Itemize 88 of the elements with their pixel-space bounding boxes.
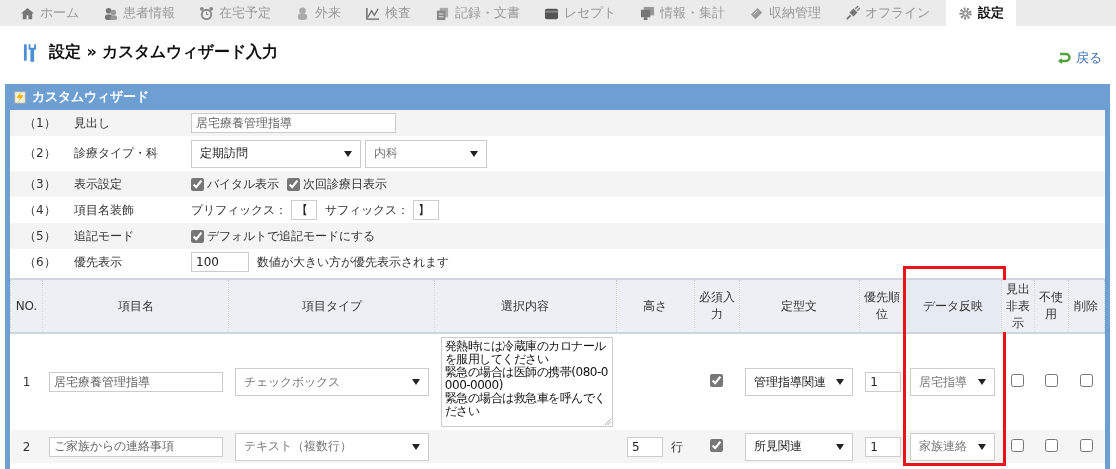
caret-icon bbox=[411, 443, 420, 450]
page-title: 設定 » カスタムウィザード入力 bbox=[49, 41, 279, 63]
caret-icon bbox=[978, 443, 987, 450]
column-header: 選択内容 bbox=[434, 279, 616, 333]
people-icon bbox=[103, 5, 118, 21]
column-header: 優先順位 bbox=[859, 279, 905, 333]
setting-number: （6） bbox=[23, 253, 57, 271]
caret-icon bbox=[978, 379, 987, 385]
priority-field[interactable]: 1 bbox=[865, 372, 902, 392]
column-header: NO. bbox=[10, 279, 43, 333]
setting-number: （2） bbox=[23, 145, 57, 162]
required-checkbox[interactable] bbox=[710, 438, 724, 452]
priority-note: 数値が大きい方が優先表示されます bbox=[257, 253, 449, 271]
column-header: 定型文 bbox=[739, 279, 860, 333]
choice-line: 緊急の場合は医師の携帯(080-0000-0000) bbox=[444, 366, 609, 392]
unit-label: 行 bbox=[671, 439, 684, 454]
home-icon bbox=[20, 5, 35, 21]
checkbox[interactable] bbox=[191, 177, 204, 191]
tools-icon bbox=[23, 42, 36, 62]
template-dropdown[interactable]: 所見関連 bbox=[745, 432, 854, 461]
setting-label: 表示設定 bbox=[74, 175, 123, 193]
item-type-dropdown[interactable]: チェックボックス bbox=[234, 368, 429, 396]
required-checkbox[interactable] bbox=[710, 374, 724, 387]
caret-icon bbox=[470, 150, 478, 157]
column-header: 項目タイプ bbox=[228, 279, 435, 333]
priority-field[interactable]: 1 bbox=[865, 436, 902, 457]
dropdown[interactable]: 定期訪問 bbox=[191, 139, 361, 168]
setting-label: 診療タイプ・科 bbox=[74, 145, 159, 162]
choices-textarea[interactable]: 発熱時には冷蔵庫のカロナールを服用してください 緊急の場合は医師の携帯(080-0000-0000) 緊急の場合は救急車を呼んでください bbox=[440, 337, 613, 427]
data-reflect-dropdown[interactable]: 家族連絡 bbox=[910, 432, 996, 461]
settings-icon bbox=[958, 5, 973, 21]
checkbox-label: デフォルトで追記モードにする bbox=[207, 227, 375, 245]
docs-icon bbox=[435, 5, 450, 21]
plug-icon bbox=[845, 5, 860, 21]
setting-label: 優先表示 bbox=[74, 253, 123, 271]
prefix-field[interactable]: 【 bbox=[291, 200, 317, 220]
hide-heading-checkbox[interactable] bbox=[1011, 438, 1025, 452]
checkbox[interactable] bbox=[287, 177, 300, 191]
item-type-dropdown[interactable]: テキスト（複数行） bbox=[234, 432, 429, 461]
lightning-note-icon bbox=[13, 90, 27, 104]
hide-heading-checkbox[interactable] bbox=[1011, 374, 1025, 387]
column-header: 見出非表示 bbox=[1001, 279, 1035, 333]
return-arrow-icon bbox=[1057, 51, 1071, 65]
panel-title: カスタムウィザード bbox=[32, 88, 149, 106]
unused-checkbox[interactable] bbox=[1044, 438, 1058, 452]
choice-line: 緊急の場合は救急車を呼んでください bbox=[444, 392, 607, 418]
caret-icon bbox=[344, 150, 352, 157]
checkbox[interactable] bbox=[191, 229, 204, 243]
person-icon bbox=[295, 5, 310, 21]
setting-number: （1） bbox=[23, 114, 57, 132]
setting-number: （4） bbox=[23, 201, 57, 219]
monitor-icon bbox=[640, 5, 655, 21]
column-header: 不使用 bbox=[1034, 279, 1069, 333]
setting-number: （3） bbox=[23, 175, 57, 193]
caret-icon bbox=[836, 443, 845, 450]
row-number: 2 bbox=[22, 439, 31, 454]
column-header: 項目名 bbox=[42, 279, 229, 333]
chart-icon bbox=[365, 5, 380, 21]
clock-icon bbox=[199, 5, 214, 21]
row-number: 1 bbox=[22, 375, 31, 389]
height-field[interactable]: 5 bbox=[627, 436, 664, 457]
suffix-label: サフィックス： bbox=[325, 201, 409, 219]
prefix-label: プリフィックス： bbox=[191, 201, 287, 219]
setting-number: （5） bbox=[23, 227, 57, 245]
caret-icon bbox=[411, 379, 420, 385]
column-header: 必須入力 bbox=[694, 279, 740, 333]
checkbox-label: バイタル表示 bbox=[207, 175, 279, 193]
column-header: 削除 bbox=[1068, 279, 1105, 333]
setting-label: 項目名装飾 bbox=[74, 201, 135, 219]
item-name-field[interactable]: 居宅療養管理指導 bbox=[48, 372, 223, 392]
back-link[interactable]: 戻る bbox=[1057, 49, 1102, 67]
column-header: 高さ bbox=[616, 279, 695, 333]
data-reflect-dropdown[interactable]: 居宅指導 bbox=[910, 368, 996, 396]
setting-label: 追記モード bbox=[74, 227, 135, 245]
ticket-icon bbox=[749, 5, 764, 21]
delete-checkbox[interactable] bbox=[1079, 374, 1093, 387]
checkbox-label: 次回診療日表示 bbox=[303, 175, 387, 193]
setting-label: 見出し bbox=[74, 114, 111, 132]
resize-grip-icon bbox=[603, 418, 611, 425]
template-dropdown[interactable]: 管理指導関連 bbox=[745, 368, 854, 396]
choice-line: 発熱時には冷蔵庫のカロナールを服用してください bbox=[444, 340, 607, 366]
priority-field[interactable]: 100 bbox=[191, 252, 249, 272]
item-name-field[interactable]: ご家族からの連絡事項 bbox=[48, 436, 223, 457]
caret-icon bbox=[836, 379, 845, 385]
suffix-field[interactable]: 】 bbox=[413, 200, 439, 220]
delete-checkbox[interactable] bbox=[1079, 438, 1093, 452]
unused-checkbox[interactable] bbox=[1044, 374, 1058, 387]
nav-tab[interactable]: 設定 bbox=[946, 0, 1016, 26]
